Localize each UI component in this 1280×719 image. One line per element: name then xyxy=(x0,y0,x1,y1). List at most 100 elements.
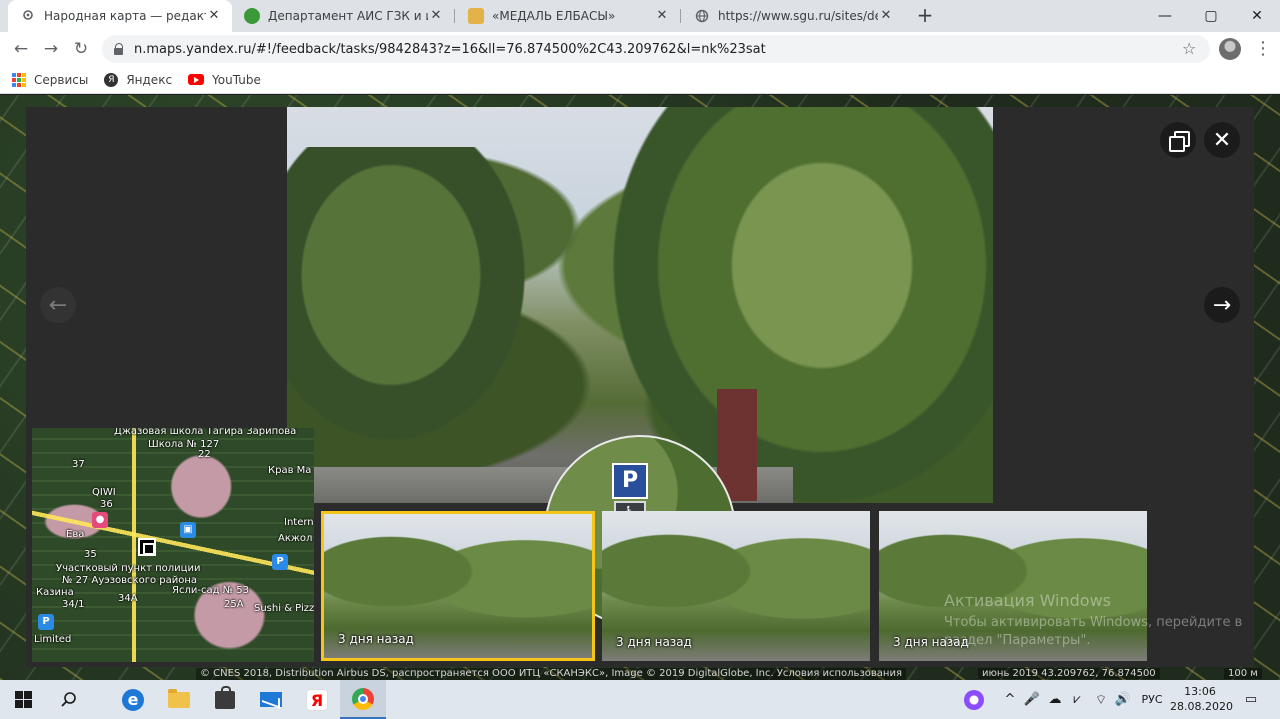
map-label: Limited xyxy=(34,634,72,645)
volume-icon[interactable]: 🔊 xyxy=(1112,680,1134,719)
map-label: Intern xyxy=(284,517,314,528)
map-label: 34/1 xyxy=(62,599,85,610)
tab-close-icon[interactable]: ✕ xyxy=(654,8,670,24)
tab-close-icon[interactable]: ✕ xyxy=(206,8,222,24)
store-icon xyxy=(215,685,235,709)
clock-date: 28.08.2020 xyxy=(1170,700,1233,713)
tab-close-icon[interactable]: ✕ xyxy=(878,8,894,24)
wifi-icon[interactable]: ⌔ xyxy=(1090,680,1112,719)
tab-department[interactable]: Департамент АИС ГЗК и инфор ✕ xyxy=(232,0,454,32)
lock-icon xyxy=(114,43,124,55)
location-pin-icon xyxy=(20,8,36,24)
windows-logo-icon xyxy=(14,691,32,708)
address-bar[interactable]: n.maps.yandex.ru/#!/feedback/tasks/98428… xyxy=(102,35,1210,63)
language-indicator[interactable]: РУС xyxy=(1138,680,1166,719)
yandex-icon: Я xyxy=(104,72,119,87)
mini-map[interactable]: Джазовая школа Тагира Зарипова Школа № 1… xyxy=(32,428,314,662)
minimize-button[interactable]: — xyxy=(1142,0,1188,32)
onedrive-icon[interactable]: ☁ xyxy=(1044,680,1066,719)
tab-close-icon[interactable]: ✕ xyxy=(428,8,444,24)
tab-sgu[interactable]: https://www.sgu.ru/sites/default/ ✕ xyxy=(682,0,904,32)
chrome-taskbar-button[interactable] xyxy=(340,680,386,719)
forward-arrow-icon[interactable]: → xyxy=(38,36,64,62)
copy-link-button[interactable] xyxy=(1160,122,1196,158)
thumbnail[interactable]: 3 дня назад xyxy=(321,511,595,661)
green-globe-icon xyxy=(244,8,260,24)
explorer-taskbar-button[interactable] xyxy=(156,680,202,719)
new-tab-button[interactable]: + xyxy=(914,5,936,27)
back-arrow-icon[interactable]: ← xyxy=(8,36,34,62)
map-label: Участковый пункт полиции xyxy=(56,563,201,574)
trees-left xyxy=(287,147,547,467)
bookmark-label: Сервисы xyxy=(34,72,89,87)
network-icon[interactable]: ⩗ xyxy=(1066,680,1088,719)
map-scale: 100 м xyxy=(1224,668,1262,679)
alice-button[interactable] xyxy=(960,680,988,719)
search-button[interactable] xyxy=(46,680,92,719)
date-coordinates: июнь 2019 43.209762, 76.874500 xyxy=(978,668,1160,679)
apps-grid-icon xyxy=(12,72,26,87)
alice-icon xyxy=(964,689,984,710)
thumbnail-caption: 3 дня назад xyxy=(338,632,414,646)
photo-location-marker xyxy=(138,538,156,556)
map-label: Казина xyxy=(36,587,74,598)
tab-title: Народная карта — редактор Ян xyxy=(44,9,206,23)
tab-title: «МЕДАЛЬ ЕЛБАСЫ» xyxy=(492,9,616,23)
folder-icon xyxy=(168,688,190,708)
start-button[interactable] xyxy=(0,680,46,719)
store-taskbar-button[interactable] xyxy=(202,680,248,719)
next-photo-button[interactable]: → xyxy=(1204,287,1240,323)
menu-dots-icon[interactable]: ⋮ xyxy=(1254,38,1272,60)
clock[interactable]: 13:06 28.08.2020 xyxy=(1170,684,1233,714)
tab-strip: Народная карта — редактор Ян ✕ Департаме… xyxy=(0,0,1280,32)
maximize-button[interactable]: ▢ xyxy=(1188,0,1234,32)
map-label: QIWI xyxy=(92,487,116,498)
bookmark-youtube[interactable]: YouTube xyxy=(188,73,261,87)
tab-medal[interactable]: «МЕДАЛЬ ЕЛБАСЫ» ✕ xyxy=(456,0,680,32)
close-window-button[interactable]: ✕ xyxy=(1234,0,1280,32)
map-label: 22 xyxy=(198,449,211,460)
map-label: Крав Ма xyxy=(268,465,312,476)
edge-icon: e xyxy=(122,688,144,711)
map-label: Sushi & Pizz xyxy=(254,603,314,614)
tab-title: Департамент АИС ГЗК и инфор xyxy=(268,9,428,23)
map-label: 25А xyxy=(224,599,244,610)
map-label: 34А xyxy=(118,593,138,604)
activation-watermark-text: раздел "Параметры". xyxy=(944,633,1091,648)
tray-chevron-icon[interactable]: ^ xyxy=(1000,680,1020,719)
mail-icon xyxy=(260,692,282,707)
close-viewer-button[interactable]: ✕ xyxy=(1204,122,1240,158)
browser-toolbar: ← → ↻ n.maps.yandex.ru/#!/feedback/tasks… xyxy=(0,32,1280,66)
edge-taskbar-button[interactable]: e xyxy=(110,680,156,719)
activation-watermark: Активация Windows xyxy=(944,591,1111,610)
yandex-browser-icon: Я xyxy=(306,688,328,711)
prev-photo-button[interactable]: ← xyxy=(40,287,76,323)
profile-avatar[interactable] xyxy=(1219,38,1241,60)
microphone-icon[interactable]: 🎤 xyxy=(1022,680,1042,719)
mail-taskbar-button[interactable] xyxy=(248,680,294,719)
tab-yandex-editor[interactable]: Народная карта — редактор Ян ✕ xyxy=(8,0,232,32)
map-copyright: © CNES 2018, Distribution Airbus DS, рас… xyxy=(196,668,906,680)
youtube-icon xyxy=(188,74,205,85)
bookmark-label: YouTube xyxy=(212,72,261,87)
bookmark-star-icon[interactable]: ☆ xyxy=(1182,39,1196,58)
bookmark-label: Яндекс xyxy=(126,72,173,87)
yandex-browser-taskbar-button[interactable]: Я xyxy=(294,680,340,719)
copy-icon xyxy=(1169,131,1190,152)
globe-icon xyxy=(694,8,710,24)
poi-pin-icon: ● xyxy=(92,512,108,528)
map-page: P ♿ → ← → ✕ Джазовая школа Тагира Зарипо… xyxy=(0,95,1280,680)
search-icon xyxy=(61,691,76,707)
map-label: Акжол xyxy=(278,533,313,544)
bookmark-yandex[interactable]: Я Яндекс xyxy=(104,72,173,87)
map-label: Ева xyxy=(66,529,85,540)
tab-divider xyxy=(680,9,681,23)
bookmark-services[interactable]: Сервисы xyxy=(12,72,89,87)
clock-time: 13:06 xyxy=(1184,685,1216,698)
map-label: Джазовая школа Тагира Зарипова xyxy=(114,428,297,437)
notifications-icon[interactable]: ▭ xyxy=(1236,680,1266,719)
map-label: 37 xyxy=(72,459,85,470)
reload-icon[interactable]: ↻ xyxy=(68,36,94,62)
thumbnail[interactable]: 3 дня назад xyxy=(602,511,870,661)
thumbnail-caption: 3 дня назад xyxy=(616,635,692,649)
